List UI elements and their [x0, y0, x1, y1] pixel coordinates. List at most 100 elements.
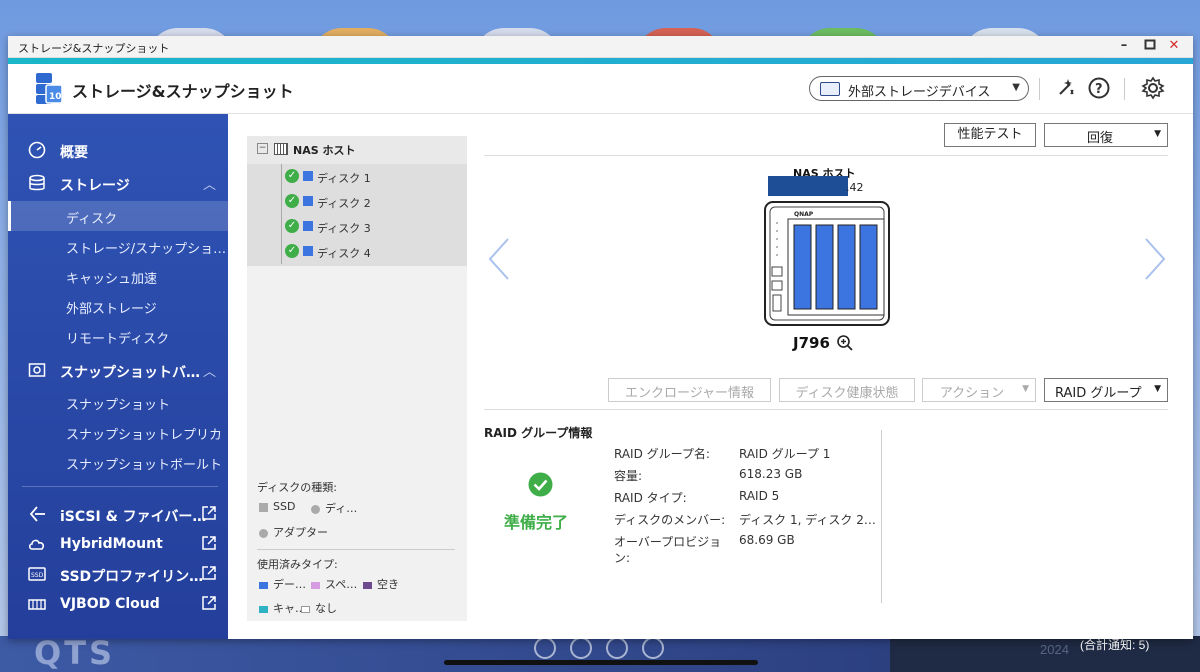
raid-type-value: RAID 5	[739, 489, 780, 503]
legend-other-disk: ディ…	[311, 500, 357, 516]
window-titlebar[interactable]: ストレージ&スナップショット – ✕	[8, 36, 1193, 58]
svg-text:?: ?	[1095, 82, 1103, 97]
sidebar-link-iscsi[interactable]: iSCSI & ファイバー…	[8, 499, 228, 529]
dock-icon[interactable]	[570, 637, 592, 659]
minimize-icon[interactable]: –	[1116, 38, 1132, 54]
app-window: ストレージ&スナップショット – ✕ 10 ストレージ&スナップショット 外部ス…	[8, 36, 1193, 639]
chevron-up-icon[interactable]: ︿	[203, 361, 216, 380]
sidebar-item-snapshot[interactable]: スナップショット	[8, 387, 228, 417]
legend-data: デー…	[259, 576, 306, 592]
dock-icon[interactable]	[642, 637, 664, 659]
over-provisioning-label: オーバープロビジョ	[614, 535, 722, 549]
performance-test-button[interactable]: 性能テスト	[944, 123, 1036, 147]
tree-node-label: ディスク 3	[317, 222, 371, 235]
sidebar-item-label: VJBOD Cloud	[60, 596, 160, 612]
sidebar-link-hybridmount[interactable]: HybridMount	[8, 529, 228, 559]
tree-node-disk[interactable]: ✓ ディスク 3	[247, 214, 467, 239]
disk-health-label: ディスク健康状態	[795, 386, 899, 401]
sidebar-item-snapshot-vault[interactable]: スナップショットボールト	[8, 447, 228, 477]
raid-group-dropdown[interactable]: RAID グループ ▼	[1044, 378, 1168, 402]
sidebar-item-external-storage[interactable]: 外部ストレージ	[8, 291, 228, 321]
dock-icon[interactable]	[534, 637, 556, 659]
action-dropdown[interactable]: アクション ▼	[922, 378, 1036, 402]
home-indicator	[444, 660, 758, 665]
chevron-left-icon[interactable]	[484, 236, 514, 282]
sidebar-item-label: スナップショットボールト	[66, 458, 223, 473]
dock-icon[interactable]	[606, 637, 628, 659]
legend-ssd: SSD	[259, 500, 295, 513]
tree-node-disk[interactable]: ✓ ディスク 2	[247, 189, 467, 214]
check-circle-icon: ✓	[285, 194, 299, 208]
capacity-value: 618.23 GB	[739, 467, 803, 481]
external-storage-label: 外部ストレージデバイス	[848, 85, 991, 100]
external-link-icon[interactable]	[202, 596, 216, 610]
disk-health-button[interactable]: ディスク健康状態	[779, 378, 915, 402]
chevron-right-icon[interactable]	[1140, 236, 1170, 282]
sidebar-item-storage[interactable]: ストレージ ︿	[8, 168, 228, 198]
legend-cache: キャ…	[259, 600, 306, 616]
legend-disk-type-title: ディスクの種類:	[257, 481, 337, 494]
raid-status: 準備完了	[504, 513, 569, 532]
sidebar-item-label: スナップショットバ…	[60, 365, 200, 381]
sidebar-item-label: 概要	[60, 145, 88, 161]
sidebar-item-label: 外部ストレージ	[66, 302, 157, 317]
sidebar-item-label: ストレージ	[60, 178, 130, 194]
help-icon[interactable]: ?	[1086, 75, 1112, 101]
magic-wand-icon[interactable]	[1053, 75, 1079, 101]
main-divider	[484, 155, 1168, 156]
gear-icon[interactable]	[1140, 75, 1166, 101]
legend-spare: スペ…	[311, 576, 357, 592]
sidebar-item-overview[interactable]: 概要	[8, 135, 228, 165]
tree-node-disk[interactable]: ✓ ディスク 1	[247, 164, 467, 189]
info-vertical-divider	[881, 430, 882, 603]
nas-enclosure-image[interactable]: QNAP	[764, 201, 890, 326]
storage-app-icon: 10	[36, 73, 63, 104]
sidebar-link-vjbod-cloud[interactable]: VJBOD Cloud	[8, 589, 228, 619]
snapshot-icon	[28, 363, 46, 377]
sidebar-item-cache-acceleration[interactable]: キャッシュ加速	[8, 261, 228, 291]
tree-node-nas-host[interactable]: − NAS ホスト	[247, 136, 467, 164]
recover-label: 回復	[1087, 131, 1114, 146]
collapse-icon[interactable]: −	[257, 143, 268, 154]
sidebar-item-label: キャッシュ加速	[66, 272, 158, 287]
svg-text:SSD: SSD	[31, 572, 44, 579]
zoom-in-icon[interactable]	[836, 334, 854, 352]
external-link-icon[interactable]	[202, 506, 216, 520]
chevron-up-icon[interactable]: ︿	[203, 174, 216, 193]
sidebar-item-snapshot-replica[interactable]: スナップショットレプリカ	[8, 417, 228, 447]
legend-used-type-title: 使用済みタイプ:	[257, 558, 338, 571]
raid-name-value: RAID グループ 1	[739, 447, 831, 461]
chevron-down-icon: ▼	[1012, 82, 1020, 93]
device-ip-suffix: .42	[846, 181, 864, 194]
external-link-icon[interactable]	[202, 536, 216, 550]
external-link-icon[interactable]	[202, 566, 216, 580]
disk-members-value: ディスク 1, ディスク 2…	[739, 513, 876, 527]
legend-divider	[257, 549, 455, 550]
cloud-icon	[28, 539, 45, 550]
sidebar-item-remote-disk[interactable]: リモートディスク	[8, 321, 228, 351]
sidebar-link-ssd-profiling[interactable]: SSD SSDプロファイリン…	[8, 559, 228, 589]
recover-dropdown[interactable]: 回復 ▼	[1044, 123, 1168, 147]
svg-text:10: 10	[49, 92, 62, 102]
sidebar-item-label: iSCSI & ファイバー…	[60, 509, 207, 525]
enclosure-info-button[interactable]: エンクロージャー情報	[608, 378, 771, 402]
check-circle-icon: ✓	[285, 169, 299, 183]
sidebar-item-label: スナップショットレプリカ	[66, 428, 223, 443]
sidebar-item-label: HybridMount	[60, 536, 163, 552]
tree-node-label: ディスク 4	[317, 247, 371, 260]
sidebar-item-disk[interactable]: ディスク	[8, 201, 228, 231]
external-storage-dropdown[interactable]: 外部ストレージデバイス ▼	[809, 76, 1029, 101]
app-title: ストレージ&スナップショット	[72, 82, 294, 101]
maximize-icon[interactable]	[1142, 38, 1158, 54]
tree-disk-list: ✓ ディスク 1 ✓ ディスク 2 ✓ ディスク 3 ✓ ディスク 4	[247, 164, 467, 266]
legend-none: なし	[301, 600, 337, 616]
tree-node-disk[interactable]: ✓ ディスク 4	[247, 239, 467, 264]
close-icon[interactable]: ✕	[1166, 38, 1182, 54]
desktop-date: 2024	[1040, 642, 1069, 657]
chevron-down-icon: ▼	[1154, 384, 1161, 394]
sidebar-item-storage-snapshot[interactable]: ストレージ/スナップショ…	[8, 231, 228, 261]
chevron-down-icon: ▼	[1154, 129, 1161, 139]
disk-members-label: ディスクのメンバー:	[614, 513, 726, 527]
external-device-icon	[820, 82, 840, 96]
sidebar-item-snapshot-backup[interactable]: スナップショットバ… ︿	[8, 355, 228, 385]
